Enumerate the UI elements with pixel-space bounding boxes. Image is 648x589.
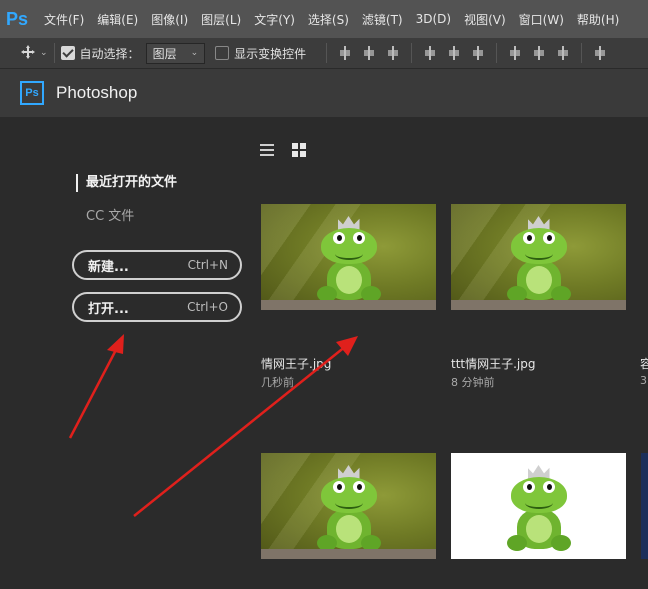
annotation-arrow-to-open [68, 345, 120, 439]
annotation-arrowhead [336, 336, 358, 356]
annotation-arrows [68, 334, 358, 517]
annotation-arrowhead [107, 334, 124, 354]
annotation-arrow-to-thumbnail [133, 345, 347, 517]
